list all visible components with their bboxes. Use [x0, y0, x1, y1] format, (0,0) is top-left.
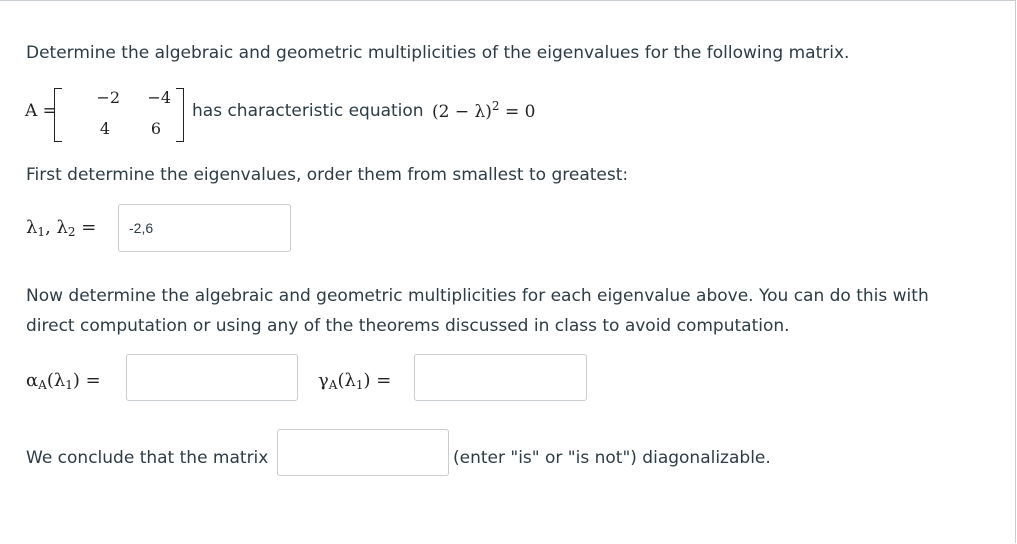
algebraic-multiplicity-input[interactable] — [126, 354, 298, 401]
step1-instruction: First determine the eigenvalues, order t… — [26, 165, 629, 185]
diagonalizable-input[interactable] — [277, 429, 449, 476]
conclusion-prefix: We conclude that the matrix — [26, 448, 269, 468]
conclusion-suffix: (enter "is" or "is not") diagonalizable. — [453, 448, 771, 468]
matrix-cell: −2 — [96, 88, 120, 107]
algebraic-multiplicity-label: αA(λ1) = — [26, 370, 101, 392]
step2-line2: direct computation or using any of the t… — [26, 316, 790, 336]
char-eq-text: has characteristic equation — [192, 101, 424, 121]
step2-line1: Now determine the algebraic and geometri… — [26, 286, 929, 306]
matrix-cell: 4 — [99, 119, 110, 138]
matrix-left-bracket — [54, 88, 62, 142]
geometric-multiplicity-label: γA(λ1) = — [318, 370, 392, 392]
geometric-multiplicity-input[interactable] — [414, 354, 587, 401]
eigenvalues-input[interactable]: -2,6 — [118, 204, 291, 252]
question-intro: Determine the algebraic and geometric mu… — [26, 43, 850, 63]
char-eq-math: (2 − λ)2 = 0 — [432, 99, 536, 122]
matrix-label: A = — [25, 101, 57, 121]
eigenvalues-label: λ1, λ2 = — [26, 217, 97, 239]
matrix-cell: 6 — [150, 119, 161, 138]
matrix-right-bracket — [176, 88, 184, 142]
matrix-cell: −4 — [147, 88, 171, 107]
